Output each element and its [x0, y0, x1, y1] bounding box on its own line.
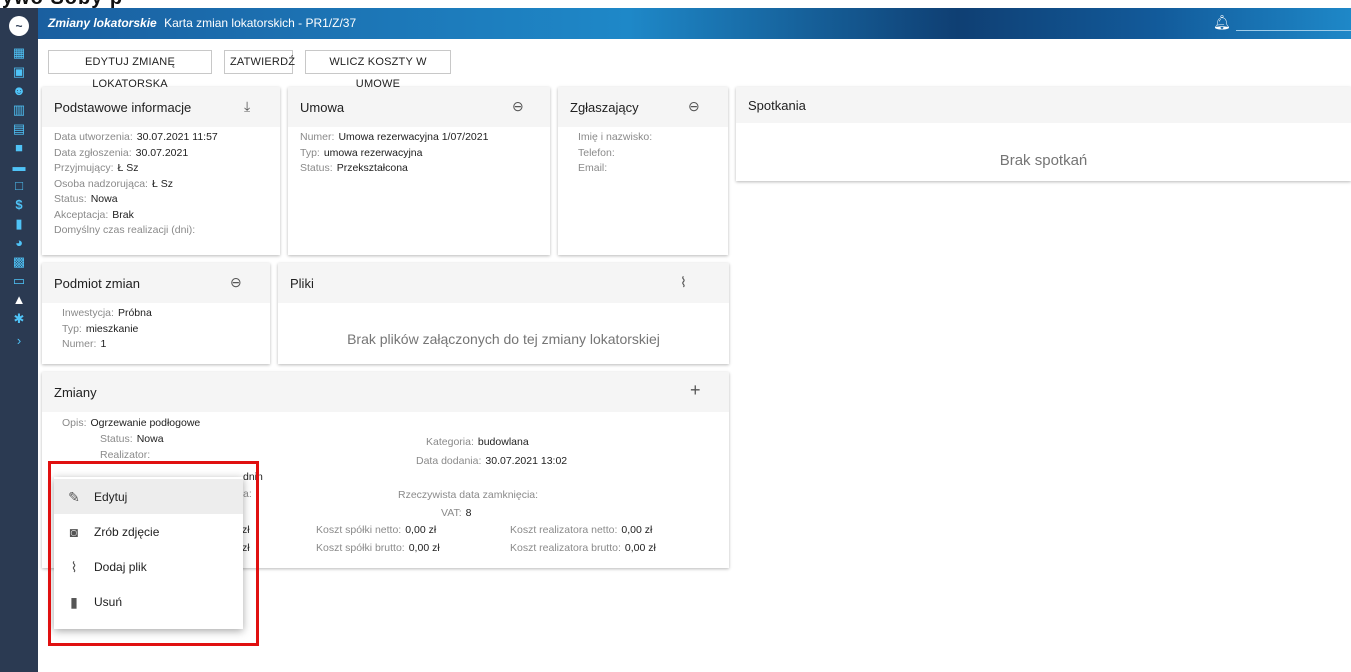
card-title: Karta zmian lokatorskich - PR1/Z/37: [164, 16, 357, 30]
reporter-title: Zgłaszający: [570, 100, 639, 115]
people-icon[interactable]: ☻: [11, 83, 27, 99]
dollar-icon[interactable]: $: [11, 197, 27, 213]
chevron-right-icon[interactable]: ›: [11, 333, 27, 349]
basic-info-rows: Data utworzenia: 30.07.2021 11:57 Data zg…: [54, 131, 218, 236]
meetings-title: Spotkania: [748, 98, 806, 113]
contract-card: Umowa ⊖ Numer: Umowa rezerwacyjna 1/07/20…: [288, 87, 550, 255]
module-name: Zmiany lokatorskie: [48, 16, 157, 30]
gear-icon[interactable]: ✱: [11, 311, 27, 327]
highlight-box: [48, 461, 259, 646]
changes-title: Zmiany: [54, 385, 97, 400]
bell-icon[interactable]: 🔔︎: [1213, 14, 1231, 31]
warning-icon[interactable]: ▲: [11, 292, 27, 308]
banner-text: ywo Soby p: [2, 0, 123, 8]
edit-change-button[interactable]: EDYTUJ ZMIANĘ LOKATORSKĄ: [48, 50, 212, 90]
search-input[interactable]: [1236, 30, 1351, 31]
meetings-empty-message: Brak spotkań: [999, 152, 1088, 169]
page-banner: ywo Soby p: [0, 0, 1351, 8]
basic-info-title: Podstawowe informacje: [54, 100, 192, 115]
calendar-icon[interactable]: ▣: [11, 64, 27, 80]
sidebar: ~ ▦ ▣ ☻ ▥ ▤ ■ ▬ □ $ ▮ ◕ ▩ ▭ ▲ ✱ ›: [0, 8, 38, 672]
store-icon[interactable]: ▤: [11, 121, 27, 137]
add-icon[interactable]: +: [690, 380, 701, 401]
document-icon[interactable]: ▮: [11, 216, 27, 232]
link-icon[interactable]: ⊖: [512, 98, 524, 115]
pie-chart-icon[interactable]: ◕: [11, 235, 27, 251]
subject-card: Podmiot zmian ⊖ Inwestycja: Próbna Typ: mi…: [42, 263, 270, 364]
card-icon[interactable]: ▭: [11, 273, 27, 289]
download-icon[interactable]: ⤓: [244, 98, 250, 115]
files-card: Pliki ⌇ Brak plików załączonych do tej z…: [278, 263, 729, 364]
meetings-card: Spotkania Brak spotkań: [736, 87, 1351, 181]
link-icon[interactable]: ⊖: [688, 98, 700, 115]
dashboard-icon[interactable]: ▦: [11, 45, 27, 61]
contract-title: Umowa: [300, 100, 345, 115]
files-empty-message: Brak plików załączonych do tej zmiany lo…: [347, 331, 660, 347]
files-title: Pliki: [290, 276, 314, 291]
approve-button[interactable]: ZATWIERDŹ: [224, 50, 295, 74]
top-bar: Zmiany lokatorskie Karta zmian lokatorsk…: [38, 8, 1351, 39]
folder-icon[interactable]: ▬: [11, 159, 27, 175]
building-icon[interactable]: ▥: [11, 102, 27, 118]
bar-chart-icon[interactable]: ▩: [11, 254, 27, 270]
include-costs-button[interactable]: WLICZ KOSZTY W UMOWĘ: [305, 50, 451, 90]
page-title: Zmiany lokatorskie Karta zmian lokatorsk…: [48, 16, 356, 30]
reporter-card: Zgłaszający ⊖ Imię i nazwisko: Telefon: …: [558, 87, 728, 255]
link-icon[interactable]: ⊖: [230, 274, 242, 291]
app-logo-icon[interactable]: ~: [9, 16, 29, 36]
subject-title: Podmiot zmian: [54, 276, 140, 291]
paperclip-icon[interactable]: ⌇: [680, 274, 687, 291]
briefcase-icon[interactable]: ■: [11, 140, 27, 156]
inbox-icon[interactable]: □: [11, 178, 27, 194]
toolbar: EDYTUJ ZMIANĘ LOKATORSKĄ ZATWIERDŹ WLICZ…: [38, 39, 1351, 90]
basic-info-card: Podstawowe informacje ⤓ Data utworzenia:…: [42, 87, 280, 255]
